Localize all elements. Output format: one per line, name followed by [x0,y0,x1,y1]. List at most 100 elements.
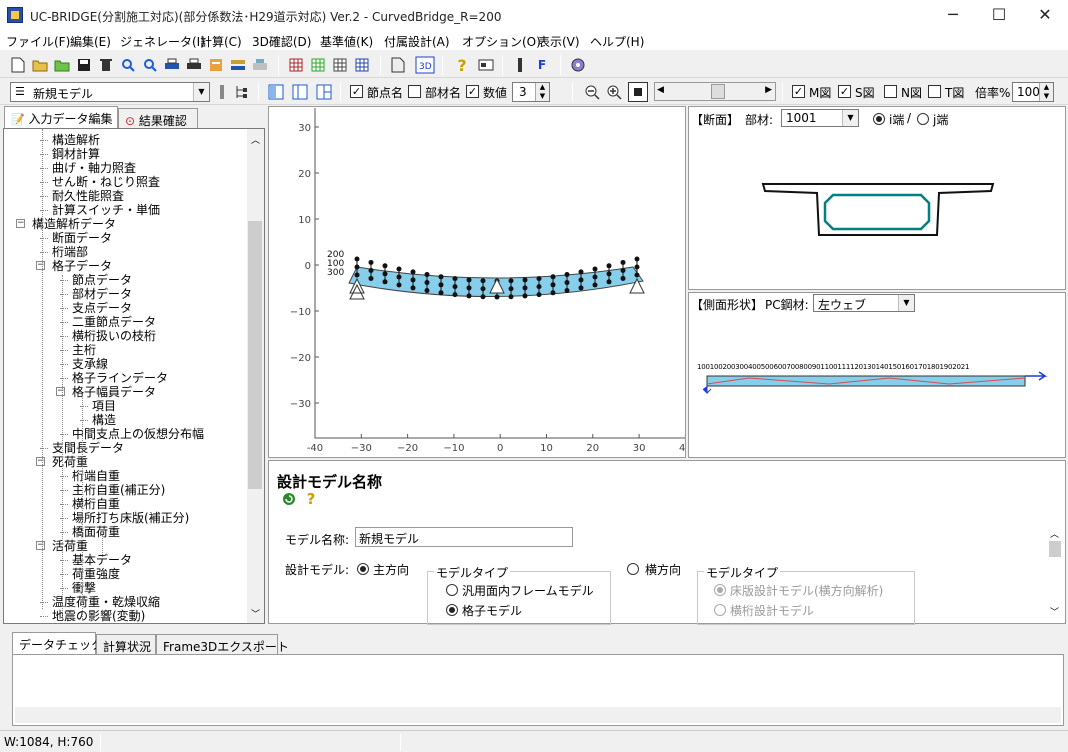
member-select[interactable]: 1001 ▼ [781,109,859,127]
menu-view[interactable]: 表示(V) [538,33,580,50]
refresh-icon[interactable] [279,489,299,509]
tree-item[interactable]: 桁端自重 [72,469,120,483]
tree-item[interactable]: 二重節点データ [72,315,156,329]
tree-item[interactable]: 断面データ [52,231,112,245]
layout-1-icon[interactable] [266,82,286,102]
close-button[interactable]: ✕ [1022,0,1068,30]
minimize-button[interactable]: ─ [930,0,976,30]
scroll-left-icon[interactable]: ◀ [657,85,664,95]
m-diagram-checkbox[interactable]: ✓ [792,85,805,98]
spin-up-icon[interactable]: ▲ [1039,83,1053,92]
output-scrollbar[interactable] [15,707,1061,723]
menu-file[interactable]: ファイル(F) [6,33,70,50]
menu-3d[interactable]: 3D確認(D) [252,33,311,50]
value-count-stepper[interactable]: 3 ▲ ▼ [512,82,550,102]
card-icon[interactable] [476,55,496,75]
member-name-checkbox[interactable] [408,85,421,98]
open-folder-icon[interactable] [30,55,50,75]
tree-scrollbar[interactable]: ︿ ﹀ [247,129,264,623]
tree-item[interactable]: 中間支点上の仮想分布幅 [72,427,204,441]
layout-2-icon[interactable] [290,82,310,102]
doc-icon[interactable] [388,55,408,75]
3d-view-icon[interactable]: 3D [414,55,436,75]
tree-item[interactable]: 温度荷重・乾燥収縮 [52,595,160,609]
menu-attached-design[interactable]: 付属設計(A) [384,33,450,50]
slab-model-radio[interactable] [714,584,726,596]
tab-data-check[interactable]: データチェック [12,632,103,654]
maximize-button[interactable]: ☐ [976,0,1022,30]
menu-help[interactable]: ヘルプ(H) [590,33,644,50]
tree-item[interactable]: 節点データ [72,273,132,287]
tree-item[interactable]: 支点データ [72,301,132,315]
t-diagram-checkbox[interactable] [928,85,941,98]
tree-scroll-thumb[interactable] [248,221,262,489]
table-blue-icon[interactable] [352,55,372,75]
j-end-radio[interactable] [917,113,929,125]
tree-item[interactable]: 橋面荷重 [72,525,120,539]
tree-toggle-icon[interactable]: − [36,541,45,550]
grid-model-radio[interactable] [446,604,458,616]
tree-item[interactable]: 横桁扱いの枝桁 [72,329,156,343]
i-end-radio[interactable] [873,113,885,125]
tree-toggle-icon[interactable]: − [36,457,45,466]
pc-steel-select[interactable]: 左ウェブ ▼ [813,294,915,312]
tree-item[interactable]: 部材データ [72,287,132,301]
value-checkbox[interactable]: ✓ [466,85,479,98]
model-list-icon[interactable] [212,82,232,102]
view-scrollbar[interactable]: ◀ ▶ [654,82,776,101]
report-icon[interactable] [206,55,226,75]
print-preview-icon[interactable] [184,55,204,75]
model-select[interactable]: ☰ 新規モデル ▼ [10,82,210,102]
tree-icon[interactable] [232,82,252,102]
tree-item[interactable]: 構造 [92,413,116,427]
fit-icon[interactable] [628,82,648,102]
open-green-icon[interactable] [52,55,72,75]
scroll-up-icon[interactable]: ︿ [1050,527,1059,540]
info-icon[interactable] [510,55,530,75]
layout-3-icon[interactable] [314,82,334,102]
tree-item[interactable]: 場所打ち床版(補正分) [72,511,189,525]
node-name-checkbox[interactable]: ✓ [350,85,363,98]
zoom-in-icon[interactable] [604,82,624,102]
tab-frame3d-export[interactable]: Frame3Dエクスポート [156,634,289,654]
new-file-icon[interactable] [8,55,28,75]
tree-item[interactable]: 項目 [92,399,116,413]
main-direction-radio[interactable] [357,563,369,575]
tree-toggle-icon[interactable]: − [16,219,25,228]
print-icon[interactable] [162,55,182,75]
tree-item[interactable]: 衝撃 [72,581,96,595]
cross-direction-radio[interactable] [627,563,639,575]
table-green-icon[interactable] [308,55,328,75]
spin-down-icon[interactable]: ▼ [1039,92,1053,101]
scroll-up-icon[interactable]: ︿ [251,133,260,146]
menu-edit[interactable]: 編集(E) [70,33,111,50]
tree-item[interactable]: 格子データ [52,259,112,273]
tree-item[interactable]: 耐久性能照査 [52,189,124,203]
trash-icon[interactable] [96,55,116,75]
tree-item[interactable]: 荷重強度 [72,567,120,581]
find-next-icon[interactable] [140,55,160,75]
support-icon[interactable] [568,55,588,75]
tree-item[interactable]: 構造解析 [52,133,100,147]
frame-model-radio[interactable] [446,584,458,596]
tree-item[interactable]: 構造解析データ [32,217,116,231]
help-icon[interactable]: ? [301,489,321,509]
tree-item[interactable]: 鋼材計算 [52,147,100,161]
tree-item[interactable]: 計算スイッチ・単価 [52,203,160,217]
n-diagram-checkbox[interactable] [884,85,897,98]
save-icon[interactable] [74,55,94,75]
zoom-out-icon[interactable] [582,82,602,102]
spin-up-icon[interactable]: ▲ [535,83,549,92]
scroll-down-icon[interactable]: ﹀ [1050,605,1059,618]
chevron-down-icon[interactable]: ▼ [193,83,209,101]
tree-item[interactable]: 地震の影響(変動) [52,609,145,623]
stack-icon[interactable] [228,55,248,75]
menu-generator[interactable]: ジェネレータ(I) [120,33,205,50]
tree-item[interactable]: 格子幅員データ [72,385,156,399]
scroll-thumb[interactable] [711,84,725,99]
tab-calc-status[interactable]: 計算状況 [96,634,156,654]
table-red-icon[interactable] [286,55,306,75]
chevron-down-icon[interactable]: ▼ [842,110,858,126]
tree-item[interactable]: 横桁自重 [72,497,120,511]
scale-stepper[interactable]: 100 ▲ ▼ [1012,82,1054,102]
